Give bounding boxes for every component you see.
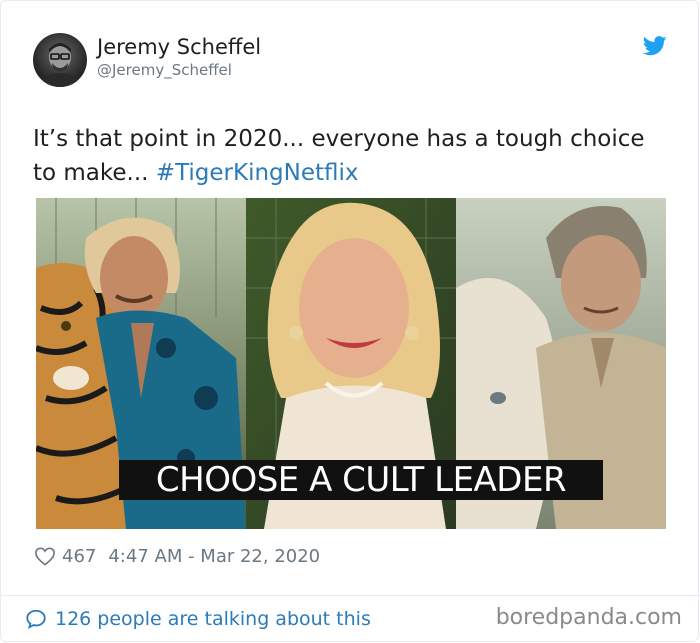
tweet-meta: 467 4:47 AM - Mar 22, 2020 [34,543,320,569]
author-name[interactable]: Jeremy Scheffel [97,35,261,59]
speech-bubble-icon [26,609,46,630]
twitter-bird-icon[interactable] [643,35,667,57]
tweet-timestamp[interactable]: 4:47 AM - Mar 22, 2020 [108,546,320,567]
media-caption-banner: CHOOSE A CULT LEADER [119,460,603,500]
hashtag-link[interactable]: #TigerKingNetflix [156,160,359,186]
heart-icon[interactable] [34,546,56,566]
tweet-card: Jeremy Scheffel @Jeremy_Scheffel It’s th… [0,0,700,642]
boredpanda-watermark: boredpanda.com [495,605,682,630]
tweet-text: It’s that point in 2020... everyone has … [33,122,673,190]
talking-about-label[interactable]: 126 people are talking about this [55,608,371,630]
like-count[interactable]: 467 [62,546,96,567]
footer-divider [1,595,700,596]
talking-about-link[interactable]: 126 people are talking about this [25,604,371,634]
author-handle[interactable]: @Jeremy_Scheffel [97,61,232,79]
author-avatar[interactable] [33,33,87,87]
